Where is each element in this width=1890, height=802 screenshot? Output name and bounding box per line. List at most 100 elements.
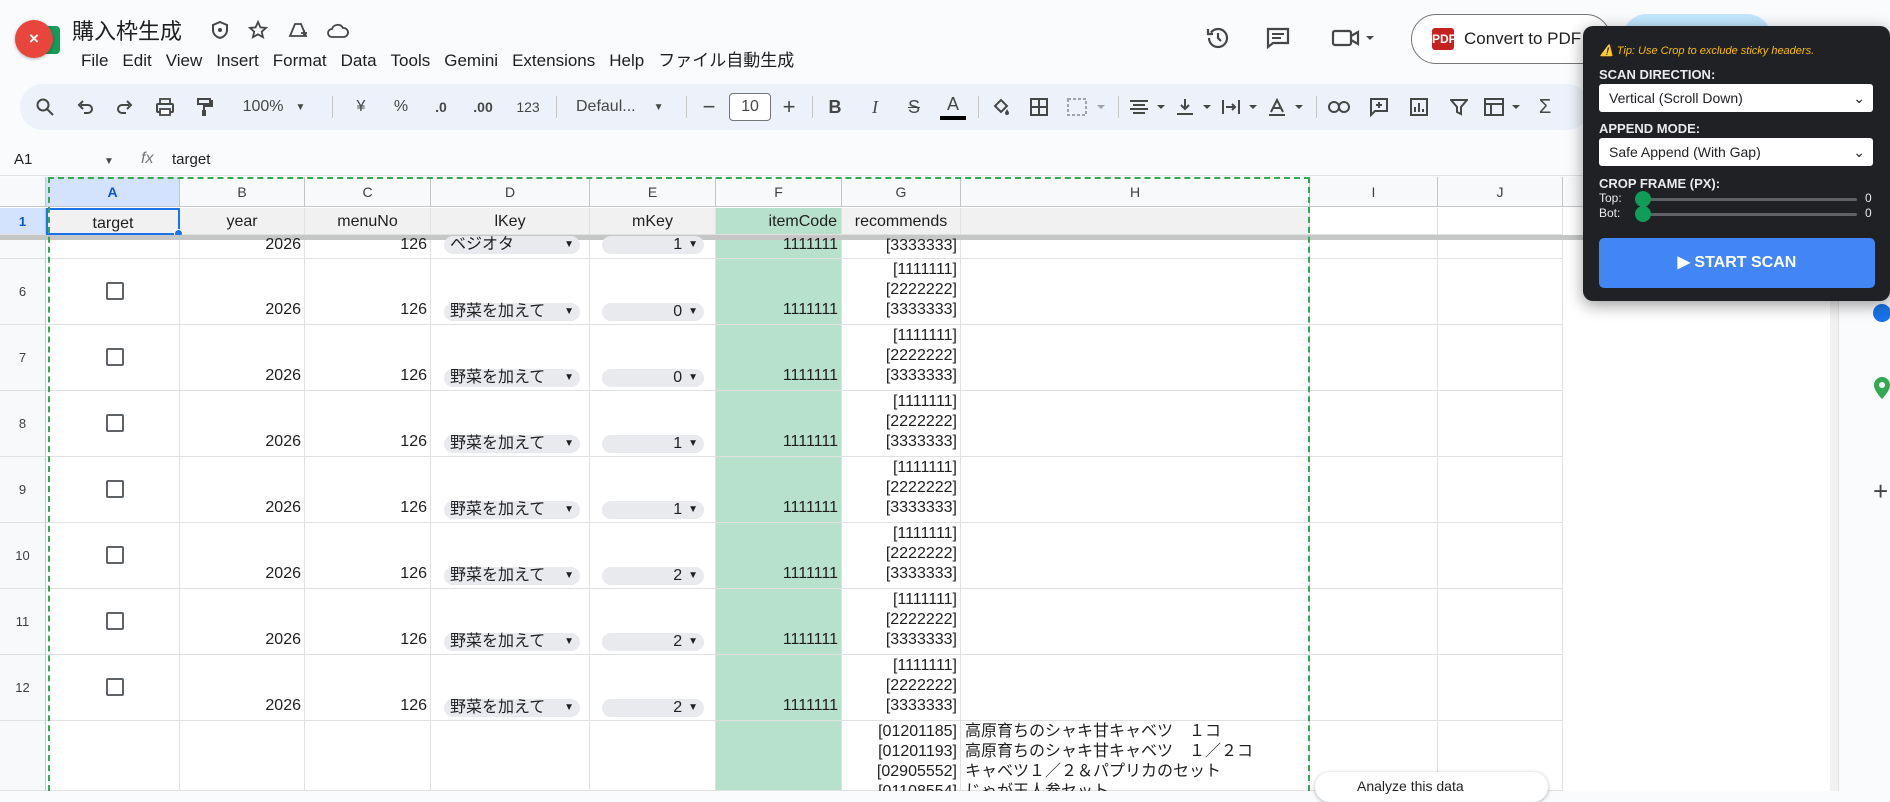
- menu-data[interactable]: Data: [334, 50, 384, 72]
- empty-cell[interactable]: [1310, 208, 1438, 235]
- font-select[interactable]: Defaul... ▼: [566, 84, 676, 130]
- move-to-drive-icon[interactable]: [286, 18, 310, 42]
- name-box[interactable]: A1: [14, 151, 32, 168]
- functions-button[interactable]: Σ: [1532, 84, 1558, 130]
- percent-format-button[interactable]: %: [386, 84, 416, 130]
- menu-help[interactable]: Help: [602, 50, 651, 72]
- formula-input[interactable]: target: [172, 151, 210, 168]
- close-icon[interactable]: ×: [15, 20, 53, 58]
- insert-link-icon[interactable]: [1326, 84, 1352, 130]
- borders-icon[interactable]: [1026, 84, 1052, 130]
- lkey-dropdown-chip[interactable]: ベジオタ ▼: [444, 236, 580, 254]
- grid-cell[interactable]: [305, 721, 431, 791]
- font-size-decrease-button[interactable]: −: [696, 84, 722, 130]
- target-checkbox[interactable]: [106, 282, 124, 300]
- grid-cell[interactable]: [1438, 457, 1563, 523]
- mkey-dropdown-chip[interactable]: 1 ▼: [602, 501, 704, 519]
- bold-button[interactable]: B: [822, 84, 848, 130]
- search-icon[interactable]: [32, 84, 58, 130]
- target-checkbox[interactable]: [106, 414, 124, 432]
- column-header-i[interactable]: I: [1310, 177, 1438, 207]
- add-addon-icon[interactable]: +: [1873, 476, 1888, 507]
- doc-title[interactable]: 購入枠生成: [72, 14, 182, 46]
- select-all-corner[interactable]: [0, 177, 46, 207]
- grid-cell[interactable]: [961, 259, 1310, 325]
- target-checkbox[interactable]: [106, 480, 124, 498]
- mkey-dropdown-chip[interactable]: 2 ▼: [602, 567, 704, 585]
- contacts-icon[interactable]: [1873, 304, 1890, 322]
- insert-chart-icon[interactable]: [1406, 84, 1432, 130]
- grid-cell[interactable]: [1310, 259, 1438, 325]
- lkey-dropdown-chip[interactable]: 野菜を加えて ▼: [444, 699, 580, 717]
- strikethrough-button[interactable]: S: [901, 84, 927, 130]
- undo-icon[interactable]: [72, 84, 98, 130]
- mkey-dropdown-chip[interactable]: 1 ▼: [602, 435, 704, 453]
- filter-icon[interactable]: [1446, 84, 1472, 130]
- header-cell-recommends[interactable]: recommends: [842, 208, 961, 235]
- grid-cell[interactable]: [431, 721, 590, 791]
- column-header-c[interactable]: C: [305, 177, 431, 207]
- partial-cell[interactable]: [1438, 240, 1563, 259]
- column-header-h[interactable]: H: [961, 177, 1310, 207]
- star-icon[interactable]: [246, 18, 270, 42]
- version-history-icon[interactable]: [1202, 22, 1234, 54]
- print-icon[interactable]: [152, 84, 178, 130]
- lkey-dropdown-chip[interactable]: 野菜を加えて ▼: [444, 435, 580, 453]
- shield-icon[interactable]: [208, 18, 232, 42]
- mkey-dropdown-chip[interactable]: 2 ▼: [602, 633, 704, 651]
- grid-cell[interactable]: [961, 457, 1310, 523]
- text-rotation-icon[interactable]: [1264, 84, 1308, 130]
- grid-cell[interactable]: [1438, 589, 1563, 655]
- column-header-j[interactable]: J: [1438, 177, 1563, 207]
- grid-cell[interactable]: [590, 721, 716, 791]
- merge-cells-icon[interactable]: [1064, 84, 1110, 130]
- target-checkbox[interactable]: [106, 546, 124, 564]
- grid-cell[interactable]: [1310, 457, 1438, 523]
- menu-gemini[interactable]: Gemini: [437, 50, 505, 72]
- chevron-down-icon[interactable]: ▼: [104, 156, 114, 167]
- grid-cell[interactable]: [961, 523, 1310, 589]
- header-cell-year[interactable]: year: [180, 208, 305, 235]
- redo-icon[interactable]: [112, 84, 138, 130]
- grid-cell[interactable]: [1438, 655, 1563, 721]
- lkey-dropdown-chip[interactable]: 野菜を加えて ▼: [444, 369, 580, 387]
- lkey-dropdown-chip[interactable]: 野菜を加えて ▼: [444, 567, 580, 585]
- mkey-dropdown-chip[interactable]: 0 ▼: [602, 369, 704, 387]
- grid-cell[interactable]: [180, 721, 305, 791]
- row-header[interactable]: 10: [0, 523, 46, 589]
- menu-insert[interactable]: Insert: [209, 50, 266, 72]
- menu-tools[interactable]: Tools: [384, 50, 438, 72]
- lkey-dropdown-chip[interactable]: 野菜を加えて ▼: [444, 303, 580, 321]
- meet-icon[interactable]: [1330, 22, 1380, 54]
- menu-file[interactable]: File: [74, 50, 115, 72]
- grid-cell[interactable]: [1310, 655, 1438, 721]
- grid-cell[interactable]: [1310, 391, 1438, 457]
- currency-format-button[interactable]: ¥: [346, 84, 376, 130]
- text-wrapping-icon[interactable]: [1218, 84, 1262, 130]
- maps-icon[interactable]: [1873, 376, 1890, 405]
- column-header-b[interactable]: B: [180, 177, 305, 207]
- grid-cell[interactable]: [1310, 325, 1438, 391]
- menu-file-autogen[interactable]: ファイル自動生成: [651, 50, 801, 72]
- row-header[interactable]: 7: [0, 325, 46, 391]
- row-header[interactable]: 6: [0, 259, 46, 325]
- partial-cell[interactable]: [961, 240, 1310, 259]
- crop-top-slider-handle[interactable]: [1635, 191, 1651, 207]
- paint-format-icon[interactable]: [192, 84, 218, 130]
- convert-to-pdf-button[interactable]: PDF Convert to PDF: [1411, 14, 1611, 64]
- header-cell-target[interactable]: target: [46, 208, 180, 235]
- more-formats-button[interactable]: 123: [510, 84, 546, 130]
- append-mode-select[interactable]: Safe Append (With Gap) ⌄: [1599, 138, 1873, 166]
- target-checkbox[interactable]: [106, 612, 124, 630]
- filter-views-icon[interactable]: [1482, 84, 1526, 130]
- grid-cell[interactable]: [1438, 391, 1563, 457]
- target-checkbox[interactable]: [106, 348, 124, 366]
- scan-direction-select[interactable]: Vertical (Scroll Down) ⌄: [1599, 84, 1873, 112]
- decrease-decimal-button[interactable]: .0: [424, 84, 458, 130]
- row-header[interactable]: [0, 240, 46, 259]
- italic-button[interactable]: I: [862, 84, 888, 130]
- grid-cell[interactable]: [1438, 523, 1563, 589]
- row-header[interactable]: 1: [0, 208, 46, 235]
- row-header[interactable]: 8: [0, 391, 46, 457]
- row-header[interactable]: [0, 721, 46, 791]
